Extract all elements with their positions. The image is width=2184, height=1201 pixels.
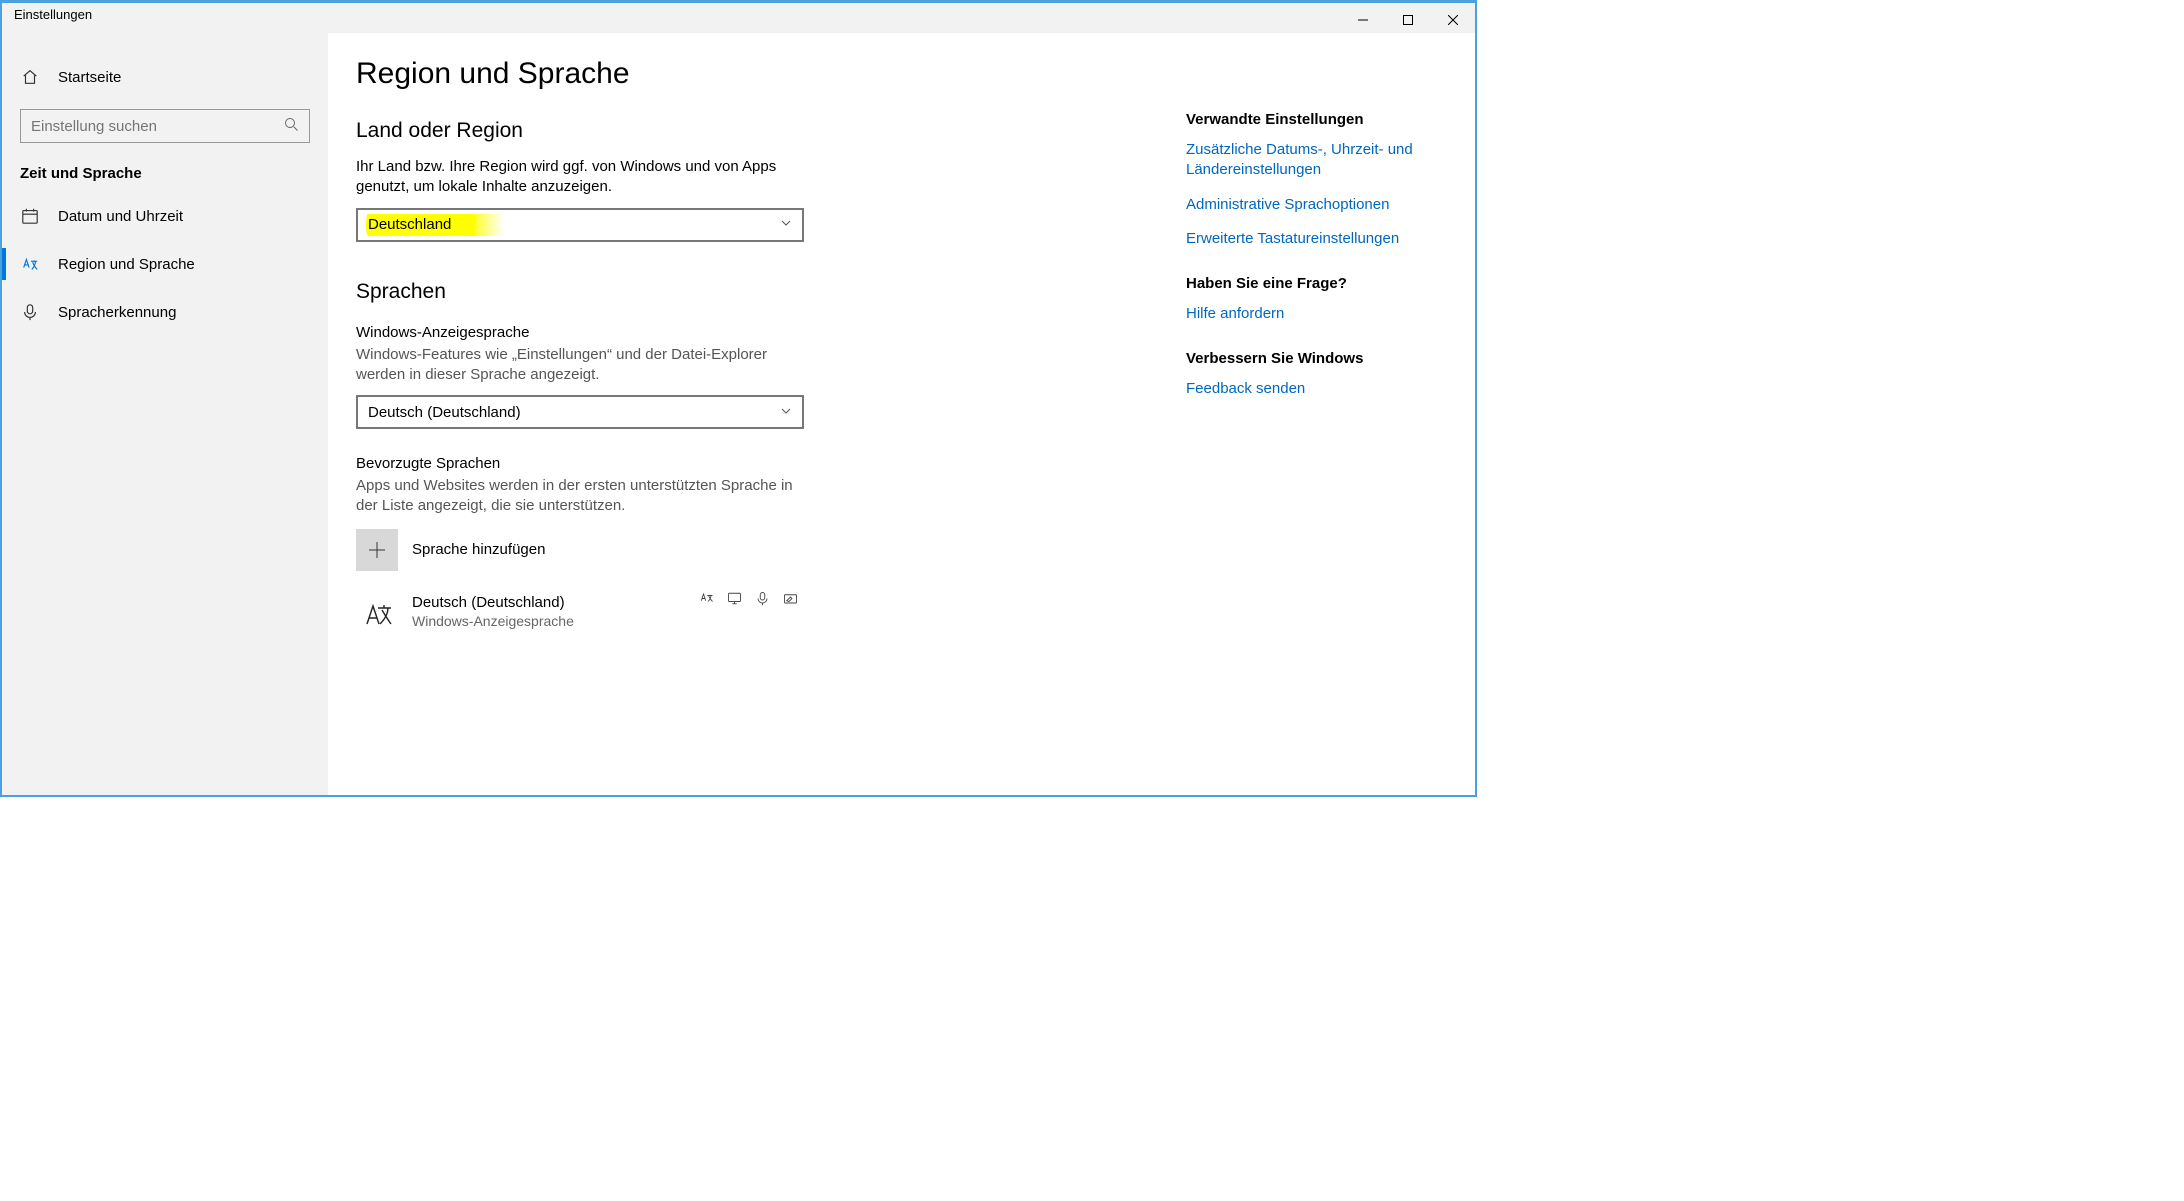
help-heading: Haben Sie eine Frage? <box>1186 275 1475 292</box>
sidebar-item-speech[interactable]: Spracherkennung <box>2 288 328 336</box>
link-get-help[interactable]: Hilfe anfordern <box>1186 304 1426 324</box>
language-list-item[interactable]: Deutsch (Deutschland) Windows-Anzeigespr… <box>356 593 804 635</box>
sidebar-item-label: Spracherkennung <box>58 304 176 321</box>
display-language-desc: Windows-Features wie „Einstellungen“ und… <box>356 345 796 386</box>
close-button[interactable] <box>1430 7 1475 33</box>
calendar-icon <box>20 206 40 226</box>
sidebar-home[interactable]: Startseite <box>2 53 328 101</box>
display-language-dropdown[interactable]: Deutsch (Deutschland) <box>356 395 804 429</box>
language-icon <box>20 254 40 274</box>
display-language-value: Deutsch (Deutschland) <box>368 404 521 421</box>
preferred-languages-label: Bevorzugte Sprachen <box>356 455 996 472</box>
link-admin-language-options[interactable]: Administrative Sprachoptionen <box>1186 195 1426 215</box>
search-input[interactable] <box>31 118 284 135</box>
region-heading: Land oder Region <box>356 119 996 143</box>
chevron-down-icon <box>780 216 792 233</box>
sidebar-item-region-language[interactable]: Region und Sprache <box>2 240 328 288</box>
sidebar-home-label: Startseite <box>58 69 121 86</box>
plus-icon <box>356 529 398 571</box>
display-language-label: Windows-Anzeigesprache <box>356 324 996 341</box>
region-desc: Ihr Land bzw. Ihre Region wird ggf. von … <box>356 157 796 198</box>
microphone-icon <box>20 302 40 322</box>
preferred-languages-desc: Apps und Websites werden in der ersten u… <box>356 476 816 517</box>
link-additional-date-time-region[interactable]: Zusätzliche Datums-, Uhrzeit- und Länder… <box>1186 140 1426 181</box>
add-language-button[interactable]: Sprache hinzufügen <box>356 529 804 571</box>
language-glyph-icon <box>356 593 398 635</box>
display-icon <box>726 591 742 607</box>
improve-heading: Verbessern Sie Windows <box>1186 350 1475 367</box>
speech-icon <box>754 591 770 607</box>
sidebar-item-label: Datum und Uhrzeit <box>58 208 183 225</box>
region-dropdown-value: Deutschland <box>368 216 451 233</box>
link-feedback[interactable]: Feedback senden <box>1186 379 1426 399</box>
language-sublabel: Windows-Anzeigesprache <box>412 612 574 630</box>
region-dropdown[interactable]: Deutschland <box>356 208 804 242</box>
chevron-down-icon <box>780 404 792 421</box>
right-panel: Verwandte Einstellungen Zusätzliche Datu… <box>996 57 1475 795</box>
sidebar-category: Zeit und Sprache <box>2 157 328 192</box>
language-name: Deutsch (Deutschland) <box>412 593 574 613</box>
add-language-label: Sprache hinzufügen <box>412 541 545 558</box>
link-advanced-keyboard[interactable]: Erweiterte Tastatureinstellungen <box>1186 229 1426 249</box>
maximize-button[interactable] <box>1385 7 1430 33</box>
home-icon <box>20 67 40 87</box>
sidebar-item-label: Region und Sprache <box>58 256 195 273</box>
search-input-wrapper[interactable] <box>20 109 310 143</box>
related-settings-heading: Verwandte Einstellungen <box>1186 111 1475 128</box>
sidebar-item-date-time[interactable]: Datum und Uhrzeit <box>2 192 328 240</box>
minimize-button[interactable] <box>1340 7 1385 33</box>
sidebar: Startseite Zeit und Sprache Datum und Uh <box>2 33 328 795</box>
titlebar: Einstellungen <box>2 3 1475 33</box>
text-to-speech-icon <box>698 591 714 607</box>
handwriting-icon <box>782 591 798 607</box>
page-title: Region und Sprache <box>356 57 996 91</box>
languages-heading: Sprachen <box>356 280 996 304</box>
window-title: Einstellungen <box>2 7 92 22</box>
search-icon <box>284 117 299 136</box>
